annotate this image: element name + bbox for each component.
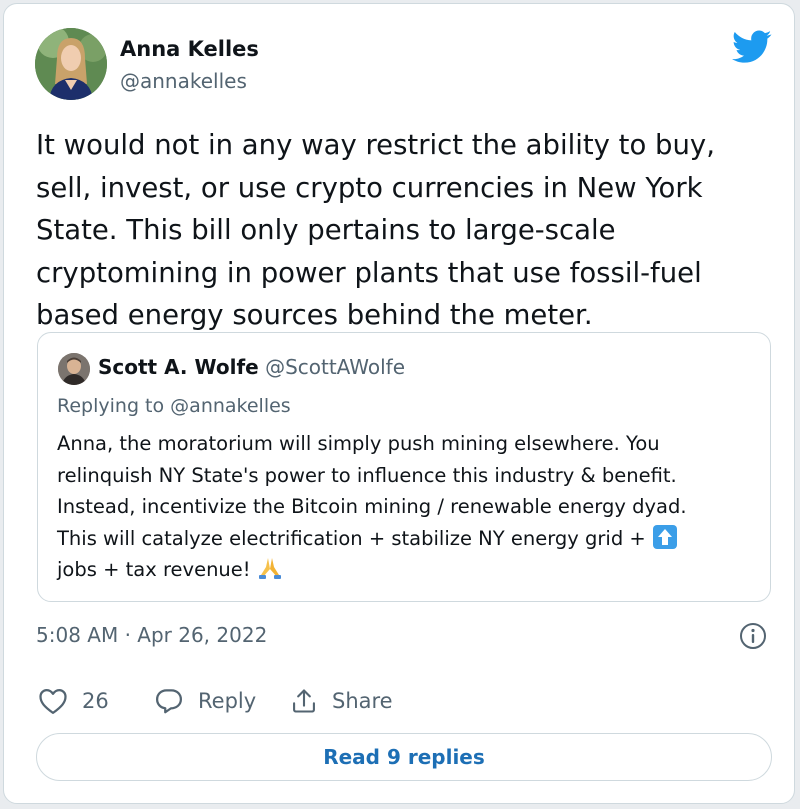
author-avatar[interactable] — [35, 28, 107, 100]
like-button[interactable]: 26 — [38, 687, 154, 715]
tweet-card: Anna Kelles @annakelles It would not in … — [3, 3, 795, 804]
quoted-tweet-text: Anna, the moratorium will simply push mi… — [57, 428, 757, 586]
quoted-author-avatar[interactable] — [58, 353, 90, 385]
quoted-author-header: Scott A. Wolfe @ScottAWolfe — [98, 355, 405, 379]
replying-to-prefix: Replying to — [57, 395, 165, 417]
like-count: 26 — [82, 689, 109, 713]
quoted-avatar-image — [58, 353, 90, 385]
share-label: Share — [332, 689, 393, 713]
quoted-text-end: jobs + tax revenue! — [57, 558, 251, 581]
reply-label: Reply — [198, 689, 257, 713]
heart-icon — [39, 689, 67, 714]
reply-button[interactable]: Reply — [154, 687, 290, 715]
reply-bubble-icon — [156, 689, 182, 714]
up-arrow-emoji-icon — [652, 524, 678, 550]
folded-hands-emoji-icon — [257, 555, 283, 581]
author-avatar-image — [35, 28, 107, 100]
quoted-author-name: Scott A. Wolfe — [98, 355, 259, 379]
author-name[interactable]: Anna Kelles — [120, 37, 259, 61]
info-icon[interactable] — [739, 622, 767, 650]
share-button[interactable]: Share — [290, 687, 393, 715]
replying-to: Replying to @annakelles — [57, 395, 291, 417]
replying-to-handle: @annakelles — [170, 395, 291, 417]
quoted-tweet[interactable]: Scott A. Wolfe @ScottAWolfe Replying to … — [37, 332, 771, 602]
quoted-text-main: Anna, the moratorium will simply push mi… — [57, 432, 687, 550]
tweet-timestamp[interactable]: 5:08 AM · Apr 26, 2022 — [36, 623, 267, 647]
author-handle[interactable]: @annakelles — [120, 69, 247, 93]
tweet-actions: 26 Reply Share — [38, 686, 393, 716]
tweet-text: It would not in any way restrict the abi… — [36, 129, 715, 331]
twitter-bird-icon[interactable] — [732, 30, 772, 64]
share-upload-icon — [293, 689, 315, 713]
read-replies-button[interactable]: Read 9 replies — [36, 733, 772, 781]
quoted-author-handle: @ScottAWolfe — [265, 355, 406, 379]
